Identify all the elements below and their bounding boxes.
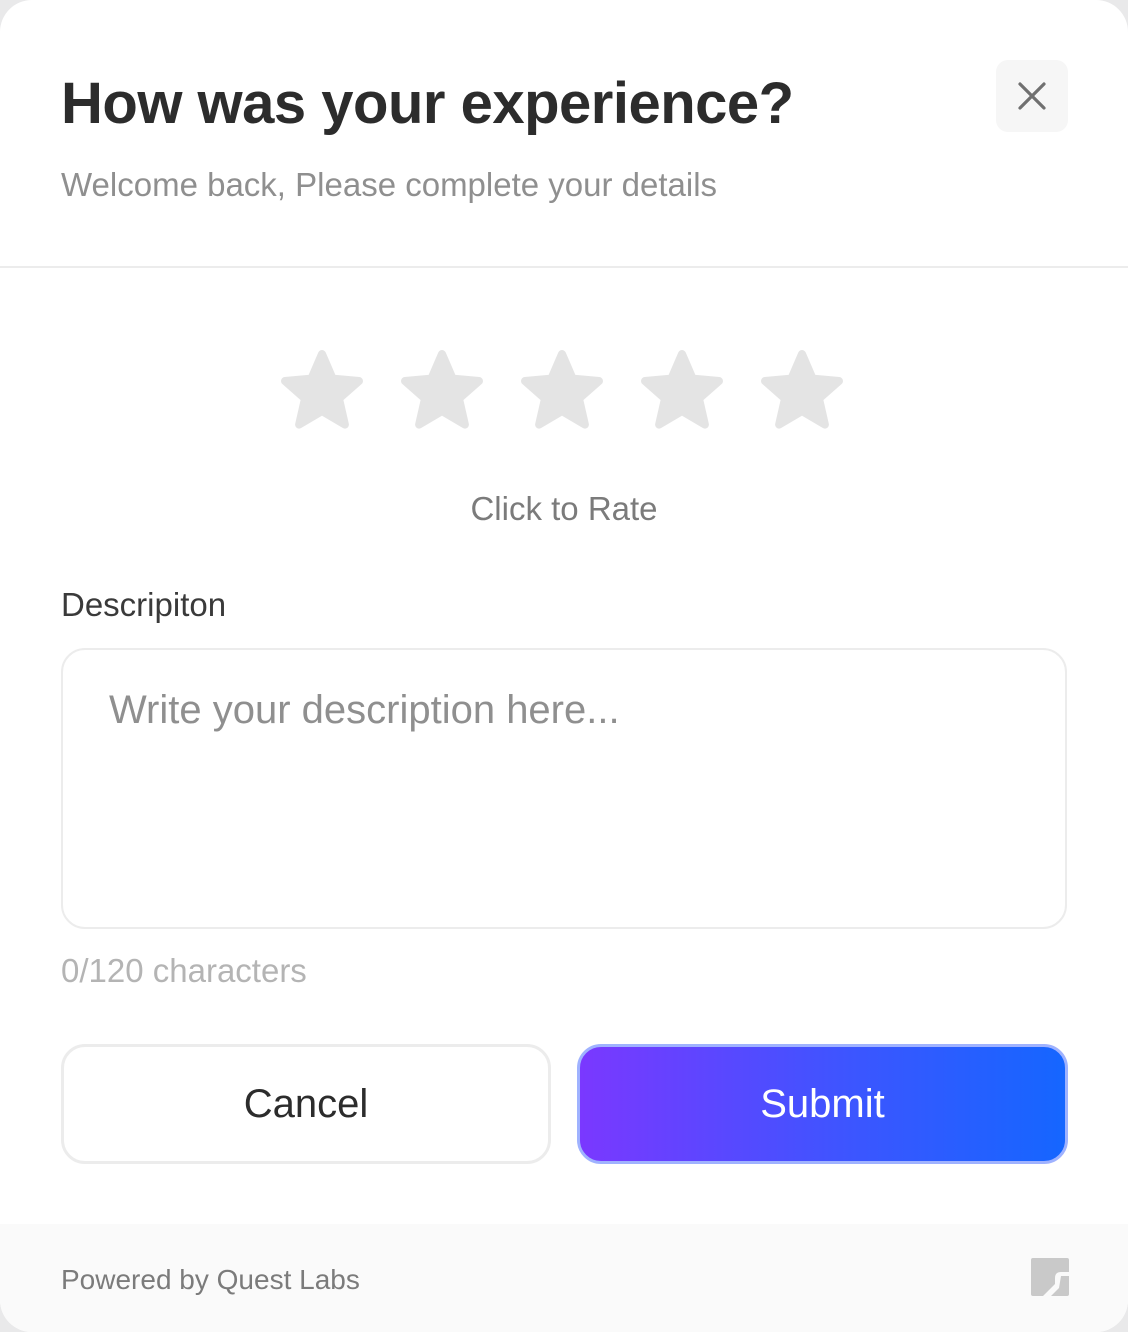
star-icon[interactable] — [396, 348, 488, 440]
powered-by-text: Powered by Quest Labs — [61, 1264, 360, 1295]
star-rating — [276, 348, 848, 440]
star-icon[interactable] — [516, 348, 608, 440]
description-textarea[interactable]: Write your description here... — [61, 648, 1067, 929]
submit-button[interactable]: Submit — [577, 1044, 1068, 1164]
description-label: Descripiton — [61, 586, 227, 623]
feedback-dialog: How was your experience? Welcome back, P… — [0, 0, 1128, 1332]
dialog-subtitle: Welcome back, Please complete your detai… — [61, 166, 718, 203]
star-icon[interactable] — [756, 348, 848, 440]
close-icon — [1018, 82, 1046, 110]
cancel-button[interactable]: Cancel — [61, 1044, 551, 1164]
character-counter: 0/120 characters — [61, 952, 307, 989]
star-icon[interactable] — [636, 348, 728, 440]
close-button[interactable] — [996, 60, 1068, 132]
dialog-footer: Powered by Quest Labs — [0, 1224, 1128, 1332]
dialog-header: How was your experience? Welcome back, P… — [0, 0, 1128, 268]
dialog-title: How was your experience? — [61, 71, 794, 136]
quest-labs-logo-icon — [1031, 1258, 1069, 1296]
description-placeholder: Write your description here... — [109, 688, 620, 732]
rating-prompt: Click to Rate — [470, 490, 658, 527]
star-icon[interactable] — [276, 348, 368, 440]
